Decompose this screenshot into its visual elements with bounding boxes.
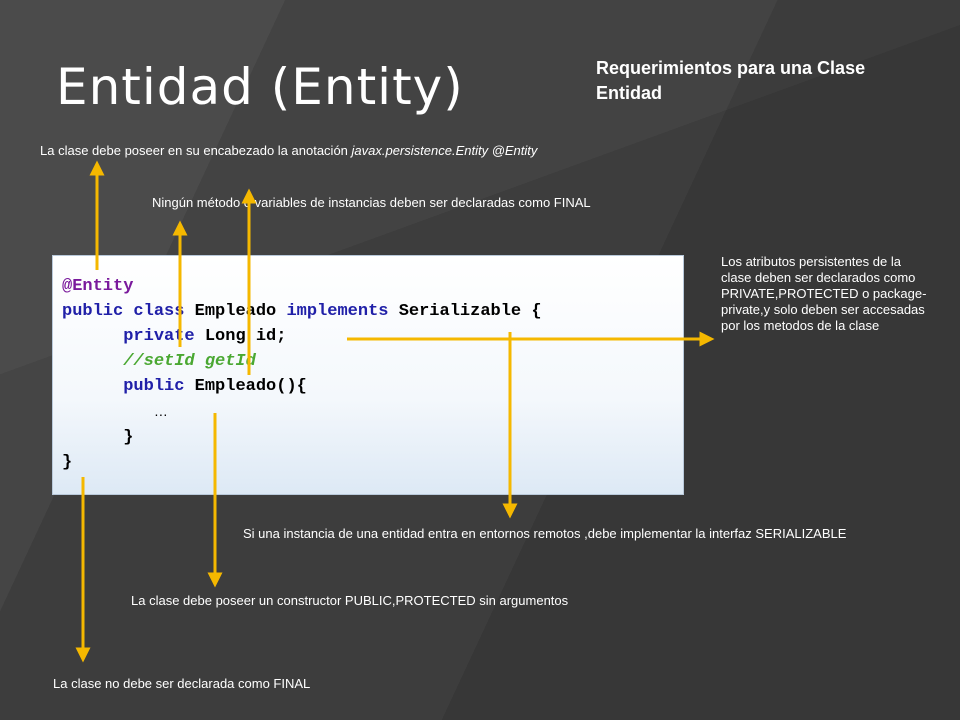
annotation-arrows: [75, 160, 715, 663]
